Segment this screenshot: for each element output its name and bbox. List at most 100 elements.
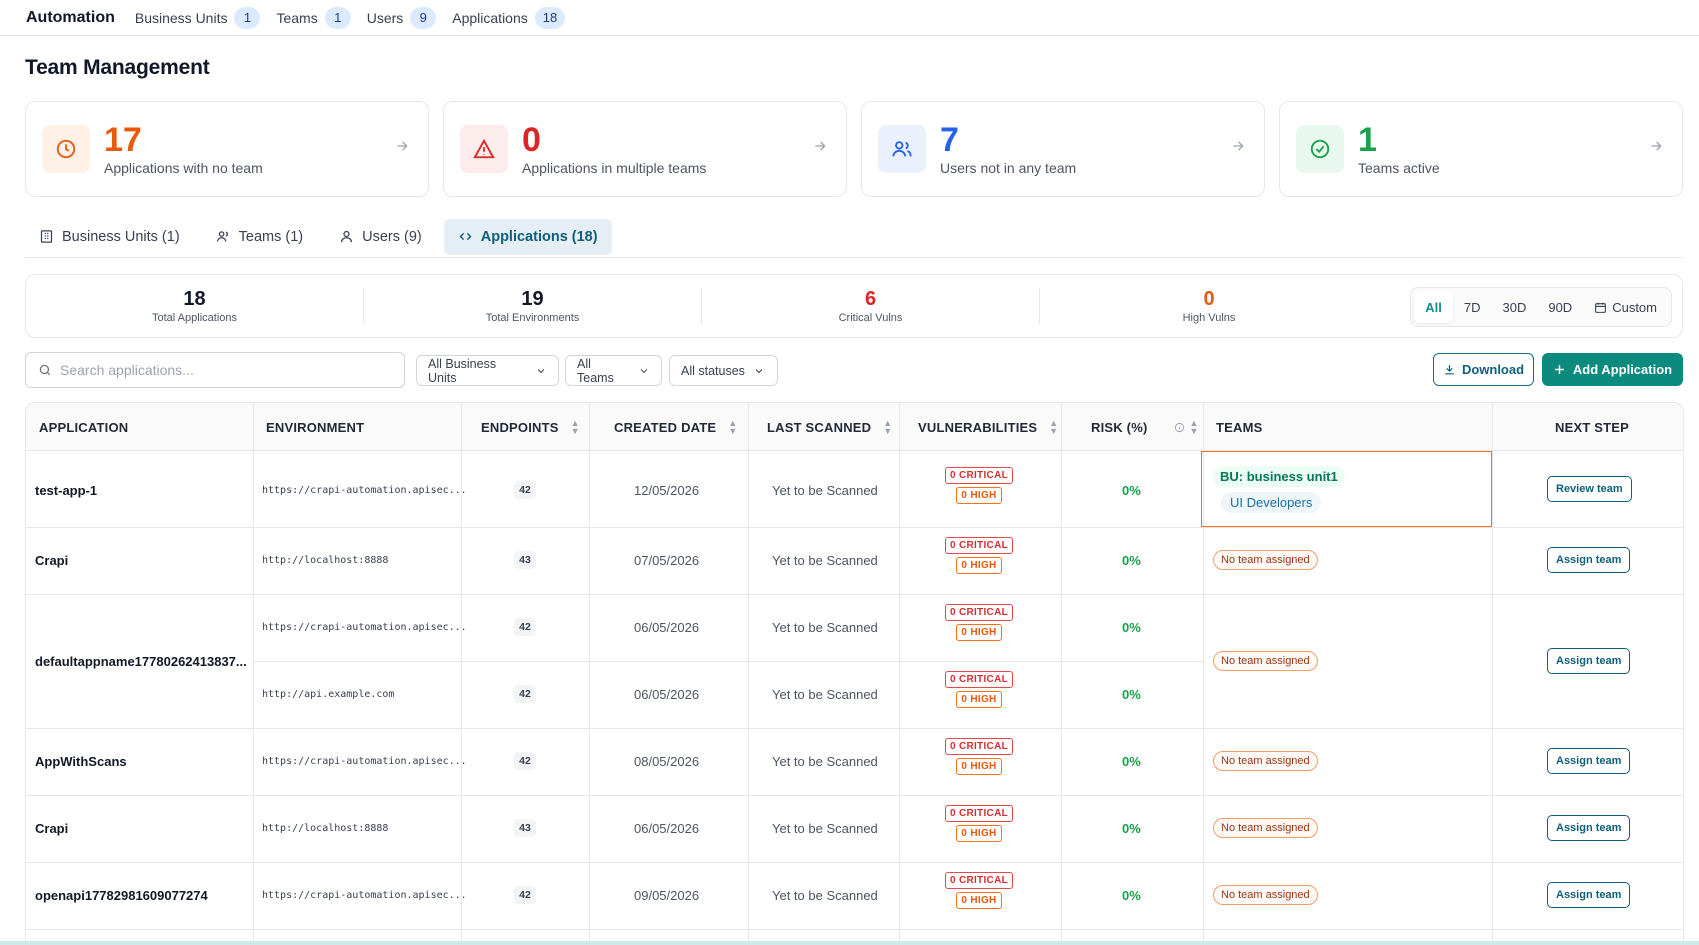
col-teams: TEAMS [1216, 403, 1263, 451]
app-name[interactable]: openapi17782981609077274 [35, 884, 208, 906]
download-button[interactable]: Download [1433, 353, 1534, 386]
header-label: NEXT STEP [1555, 419, 1630, 435]
environment-url: https://crapi-automation.apisec... [262, 889, 467, 901]
endpoint-count: 42 [514, 884, 536, 906]
vulnerability-badges: 0 CRITICAL 0 HIGH [944, 738, 1014, 775]
no-team-badge: No team assigned [1213, 650, 1318, 672]
app-name[interactable]: test-app-1 [35, 479, 97, 501]
bu-label: BU: business unit1 [1213, 465, 1345, 487]
card-apps-multiple-teams[interactable]: 0 Applications in multiple teams [443, 101, 847, 197]
last-scanned: Yet to be Scanned [772, 753, 878, 769]
tab-label: Business Units (1) [62, 228, 180, 245]
arrow-right-icon [1233, 141, 1244, 151]
nav-users[interactable]: Users 9 [367, 6, 437, 29]
app-name[interactable]: AppWithScans [35, 750, 127, 772]
app-name[interactable]: Crapi [35, 549, 68, 571]
button-label: Assign team [1547, 815, 1631, 841]
vulnerability-badges: 0 CRITICAL 0 HIGH [944, 805, 1014, 842]
high-badge: 0 HIGH [956, 758, 1002, 775]
tab-users[interactable]: Users (9) [325, 219, 436, 255]
nav-applications[interactable]: Applications 18 [452, 6, 566, 29]
last-scanned: Yet to be Scanned [772, 887, 878, 903]
col-vulnerabilities[interactable]: VULNERABILITIES ▲ ▼ [918, 403, 1058, 451]
users-icon [878, 125, 926, 173]
tab-teams[interactable]: Teams (1) [202, 219, 317, 255]
endpoint-count: 42 [514, 683, 536, 705]
assign-team-button[interactable]: Assign team [1547, 547, 1631, 573]
range-7d[interactable]: 7D [1453, 291, 1492, 323]
check-circle-icon [1296, 125, 1344, 173]
row-divider [26, 527, 1683, 528]
filter-label: All Business Units [428, 356, 497, 385]
column-divider [748, 403, 749, 945]
app-name[interactable]: Crapi [35, 817, 68, 839]
team-chip[interactable]: UI Developers [1221, 491, 1322, 513]
card-users-no-team[interactable]: 7 Users not in any team [861, 101, 1265, 197]
business-unit-chip[interactable]: BU: business unit1 [1213, 465, 1345, 487]
assign-team-button[interactable]: Assign team [1547, 815, 1631, 841]
tab-business-units[interactable]: Business Units (1) [25, 219, 194, 255]
review-team-button[interactable]: Review team [1547, 476, 1632, 502]
card-label: Applications with no team [104, 159, 263, 176]
column-divider [899, 403, 900, 945]
critical-badge: 0 CRITICAL [945, 537, 1013, 554]
column-divider [589, 403, 590, 945]
teams-cell-highlight [1201, 451, 1492, 527]
endpoint-count: 42 [514, 479, 536, 501]
created-date: 09/05/2026 [634, 887, 700, 903]
filter-teams[interactable]: All Teams [565, 355, 662, 386]
page-title: Team Management [25, 56, 210, 79]
sort-icon[interactable]: ▲ ▼ [883, 419, 892, 436]
last-scanned: Yet to be Scanned [772, 552, 878, 568]
summary-label: High Vulns [1182, 312, 1236, 324]
nav-business-units[interactable]: Business Units 1 [135, 6, 261, 29]
tab-applications[interactable]: Applications (18) [443, 218, 612, 255]
add-application-button[interactable]: Add Application [1542, 353, 1683, 386]
summary-label: Total Environments [485, 312, 580, 324]
assign-team-button[interactable]: Assign team [1547, 748, 1631, 774]
vulnerability-badges: 0 CRITICAL 0 HIGH [944, 671, 1014, 708]
no-team-label: No team assigned [1213, 818, 1318, 838]
card-teams-active[interactable]: 1 Teams active [1279, 101, 1683, 197]
sort-icon[interactable]: ▲ ▼ [1049, 419, 1058, 436]
range-all[interactable]: All [1414, 291, 1453, 323]
col-endpoints[interactable]: ENDPOINTS ▲ ▼ [481, 403, 580, 451]
critical-badge: 0 CRITICAL [945, 671, 1013, 688]
range-custom[interactable]: Custom [1583, 291, 1668, 323]
range-30d[interactable]: 30D [1491, 291, 1537, 323]
column-divider [1492, 403, 1493, 945]
assign-team-button[interactable]: Assign team [1547, 882, 1631, 908]
info-icon[interactable] [1174, 422, 1185, 433]
card-apps-no-team[interactable]: 17 Applications with no team [25, 101, 429, 197]
endpoint-badge: 43 [514, 819, 536, 837]
sort-icon[interactable]: ▲ ▼ [728, 419, 737, 436]
created-date: 12/05/2026 [634, 482, 700, 498]
app-name[interactable]: defaultappname17780262413837... [35, 650, 247, 672]
assign-team-button[interactable]: Assign team [1547, 648, 1631, 674]
row-divider [26, 594, 1683, 595]
sort-icon[interactable]: ▲ ▼ [571, 419, 580, 436]
endpoint-count: 42 [514, 750, 536, 772]
col-risk[interactable]: RISK (%) ▲ ▼ [1091, 403, 1199, 451]
arrow-right-icon [815, 141, 826, 151]
search-input[interactable] [60, 362, 380, 378]
endpoint-badge: 42 [514, 886, 536, 904]
col-last-scanned[interactable]: LAST SCANNED ▲ ▼ [767, 403, 892, 451]
col-created-date[interactable]: CREATED DATE ▲ ▼ [614, 403, 737, 451]
summary-strip: 18 Total Applications 19 Total Environme… [25, 274, 1683, 338]
card-label: Teams active [1358, 159, 1440, 176]
range-90d[interactable]: 90D [1537, 291, 1583, 323]
header-label: APPLICATION [39, 419, 129, 435]
high-badge: 0 HIGH [956, 691, 1002, 708]
row-divider [26, 862, 1683, 863]
nav-teams[interactable]: Teams 1 [276, 6, 351, 29]
critical-badge: 0 CRITICAL [945, 467, 1013, 484]
header-label: ENVIRONMENT [266, 419, 365, 435]
nav-count: 9 [410, 6, 437, 29]
filter-business-units[interactable]: All Business Units [416, 355, 559, 386]
sort-icon[interactable]: ▲ ▼ [1190, 419, 1199, 436]
filter-statuses[interactable]: All statuses [669, 355, 778, 386]
risk-value: 0% [1122, 619, 1141, 635]
chevron-down-icon [755, 368, 763, 373]
endpoint-badge: 42 [514, 752, 536, 770]
